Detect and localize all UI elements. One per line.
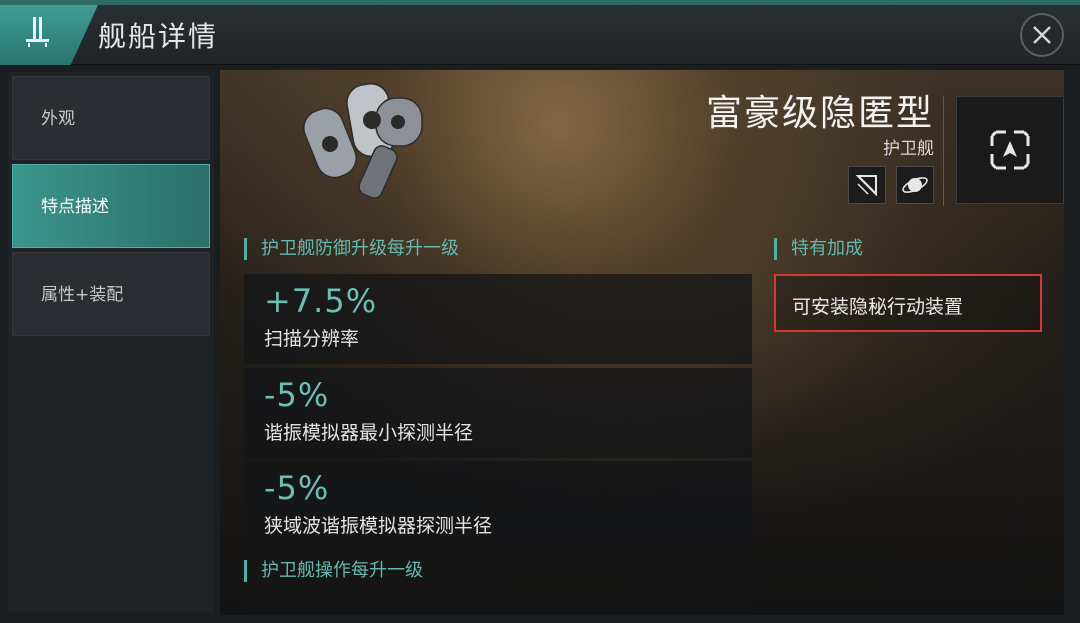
ship-class-label: 护卫舰 bbox=[883, 139, 934, 159]
bonus-row-partial bbox=[244, 596, 752, 615]
ship-type-icon bbox=[855, 175, 877, 197]
sidebar-item-attributes[interactable]: 属性+装配 bbox=[12, 252, 210, 336]
banner-divider bbox=[943, 96, 944, 206]
sidebar-item-features[interactable]: 特点描述 bbox=[12, 164, 210, 248]
app-logo bbox=[0, 5, 98, 65]
sidebar-item-appearance[interactable]: 外观 bbox=[12, 76, 210, 160]
close-button[interactable] bbox=[1020, 13, 1064, 57]
bonus-row: -5% 谐振模拟器最小探测半径 bbox=[244, 368, 752, 458]
bonus-description: 扫描分辨率 bbox=[264, 328, 360, 350]
header-bar: 舰船详情 bbox=[0, 5, 1080, 65]
planet-button[interactable] bbox=[896, 166, 934, 204]
target-frame-button[interactable] bbox=[956, 96, 1064, 204]
special-bonus-text: 可安装隐秘行动装置 bbox=[792, 296, 964, 318]
target-frame-icon bbox=[990, 130, 1030, 170]
ship-image bbox=[303, 83, 423, 199]
page-title: 舰船详情 bbox=[98, 20, 219, 53]
bonus-row: +7.5% 扫描分辨率 bbox=[244, 274, 752, 364]
bonus-row: -5% 狭域波谐振模拟器探测半径 bbox=[244, 461, 752, 551]
ship-name: 富豪级隐匿型 bbox=[705, 93, 934, 134]
bonus-value: -5% bbox=[264, 469, 330, 507]
bonus-value: -5% bbox=[264, 376, 330, 414]
fleet-emblem-icon bbox=[26, 17, 49, 47]
ship-banner: 富豪级隐匿型 护卫舰 bbox=[220, 70, 1064, 220]
close-icon bbox=[1033, 26, 1051, 44]
ship-type-button[interactable] bbox=[848, 166, 886, 204]
sidebar: 外观 特点描述 属性+装配 bbox=[8, 72, 214, 612]
bonus-description: 谐振模拟器最小探测半径 bbox=[264, 422, 474, 444]
section-title-defense: 护卫舰防御升级每升一级 bbox=[244, 238, 459, 260]
section-title-operation: 护卫舰操作每升一级 bbox=[244, 560, 423, 582]
planet-icon bbox=[902, 177, 928, 193]
section-title-special: 特有加成 bbox=[774, 238, 863, 260]
bonus-description: 狭域波谐振模拟器探测半径 bbox=[264, 515, 493, 537]
detail-panel: 富豪级隐匿型 护卫舰 护卫舰防御升级每升一级 特有加成 +7.5% 扫描分辨率 … bbox=[220, 70, 1064, 615]
special-bonus-highlight: 可安装隐秘行动装置 bbox=[774, 274, 1042, 332]
bonus-value: +7.5% bbox=[264, 282, 378, 320]
